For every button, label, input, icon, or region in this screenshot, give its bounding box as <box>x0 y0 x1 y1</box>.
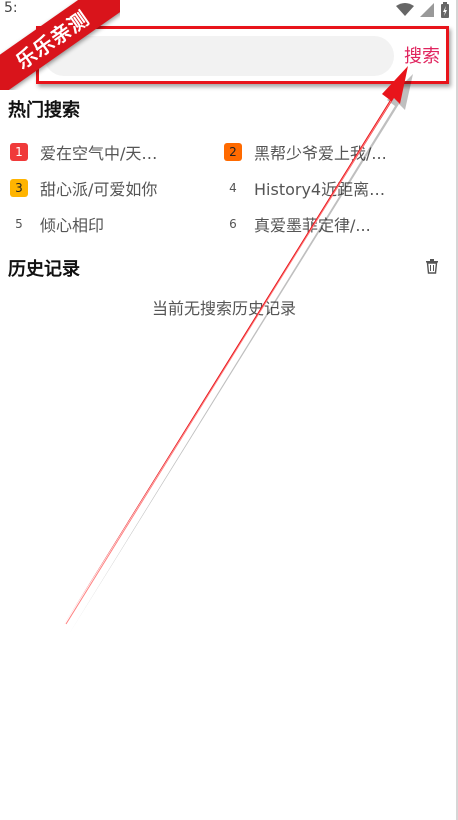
rank-badge: 2 <box>224 143 242 161</box>
hot-search-text: 真爱墨菲定律/... <box>254 216 371 235</box>
battery-icon <box>441 2 449 18</box>
hot-search-text: 甜心派/可爱如你 <box>40 180 158 199</box>
hot-search-text: 倾心相印 <box>40 216 105 235</box>
hot-search-item[interactable]: 4 History4近距离… <box>224 175 424 201</box>
signal-icon <box>420 3 434 17</box>
history-title: 历史记录 <box>8 259 80 280</box>
hot-search-item[interactable]: 5 倾心相印 <box>10 211 210 237</box>
wifi-icon <box>396 3 414 16</box>
hot-search-item[interactable]: 3 甜心派/可爱如你 <box>10 175 210 201</box>
hot-search-item[interactable]: 2 黑帮少爷爱上我/... <box>224 139 424 165</box>
rank-badge: 4 <box>229 181 237 195</box>
rank-badge: 3 <box>10 179 28 197</box>
status-time: 5: <box>4 0 18 16</box>
rank-badge: 5 <box>15 217 23 231</box>
annotation-arrow <box>63 66 413 634</box>
hot-search-text: History4近距离… <box>254 180 386 199</box>
trash-icon[interactable] <box>424 258 440 274</box>
hot-search-text: 黑帮少爷爱上我/... <box>254 144 387 163</box>
rank-badge: 6 <box>229 217 237 231</box>
rank-badge: 1 <box>10 143 28 161</box>
hot-search-title: 热门搜索 <box>8 100 80 121</box>
search-button[interactable]: 搜索 <box>404 40 452 70</box>
hot-search-text: 爱在空气中/天… <box>40 144 158 163</box>
search-input[interactable] <box>44 36 394 76</box>
status-icons <box>396 2 450 18</box>
hot-search-item[interactable]: 1 爱在空气中/天… <box>10 139 210 165</box>
search-bar: 搜索 <box>0 28 458 84</box>
status-bar: 5: <box>0 0 458 22</box>
empty-history-text: 当前无搜索历史记录 <box>151 299 296 318</box>
hot-search-item[interactable]: 6 真爱墨菲定律/... <box>224 211 424 237</box>
